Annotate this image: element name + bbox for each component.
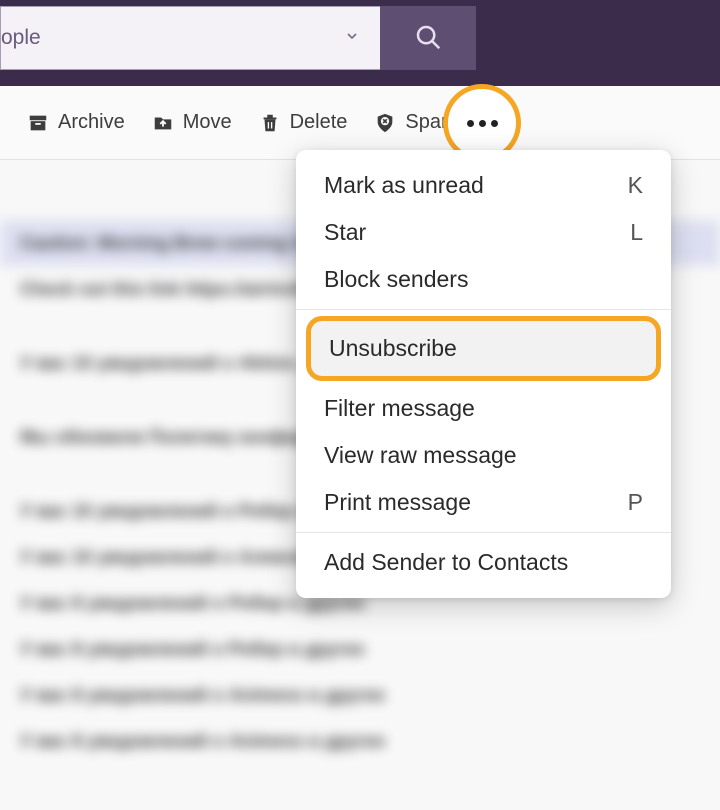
- search-button[interactable]: [380, 6, 476, 70]
- menu-add-contact[interactable]: Add Sender to Contacts: [296, 539, 671, 586]
- menu-mark-unread[interactable]: Mark as unread K: [296, 162, 671, 209]
- menu-divider: [296, 309, 671, 310]
- menu-filter-message[interactable]: Filter message: [296, 385, 671, 432]
- toolbar: Archive Move Delete Spam: [0, 86, 720, 160]
- menu-label: Filter message: [324, 395, 475, 422]
- menu-print[interactable]: Print message P: [296, 479, 671, 526]
- archive-button[interactable]: Archive: [26, 111, 125, 135]
- shield-x-icon: [373, 111, 397, 135]
- menu-label: Print message: [324, 489, 471, 516]
- chevron-down-icon[interactable]: [338, 22, 366, 55]
- menu-label: Star: [324, 219, 366, 246]
- menu-shortcut: L: [630, 219, 643, 246]
- list-item[interactable]: У вас 8 уведомлений о Animess и других: [20, 672, 720, 718]
- menu-label: Block senders: [324, 266, 468, 293]
- search-container: ople: [0, 6, 476, 70]
- menu-view-raw[interactable]: View raw message: [296, 432, 671, 479]
- menu-label: Mark as unread: [324, 172, 484, 199]
- delete-button[interactable]: Delete: [258, 111, 348, 135]
- menu-shortcut: P: [628, 489, 643, 516]
- menu-label: Add Sender to Contacts: [324, 549, 568, 576]
- archive-label: Archive: [58, 111, 125, 134]
- topbar: ople: [0, 0, 720, 86]
- search-text: ople: [1, 26, 41, 50]
- search-input[interactable]: ople: [0, 6, 380, 70]
- menu-label: Unsubscribe: [329, 335, 457, 362]
- trash-icon: [258, 111, 282, 135]
- menu-unsubscribe[interactable]: Unsubscribe: [306, 316, 661, 381]
- list-item[interactable]: У вас 8 уведомлений о Animess и других: [20, 718, 720, 764]
- menu-divider: [296, 532, 671, 533]
- more-menu: Mark as unread K Star L Block senders Un…: [296, 150, 671, 598]
- menu-star[interactable]: Star L: [296, 209, 671, 256]
- search-icon: [413, 22, 443, 55]
- more-icon: [467, 120, 498, 127]
- menu-block-senders[interactable]: Block senders: [296, 256, 671, 303]
- menu-shortcut: K: [628, 172, 643, 199]
- move-label: Move: [183, 111, 232, 134]
- list-item[interactable]: У вас 8 уведомлений о Робер и других: [20, 626, 720, 672]
- archive-icon: [26, 111, 50, 135]
- move-icon: [151, 111, 175, 135]
- move-button[interactable]: Move: [151, 111, 232, 135]
- delete-label: Delete: [290, 111, 348, 134]
- menu-label: View raw message: [324, 442, 517, 469]
